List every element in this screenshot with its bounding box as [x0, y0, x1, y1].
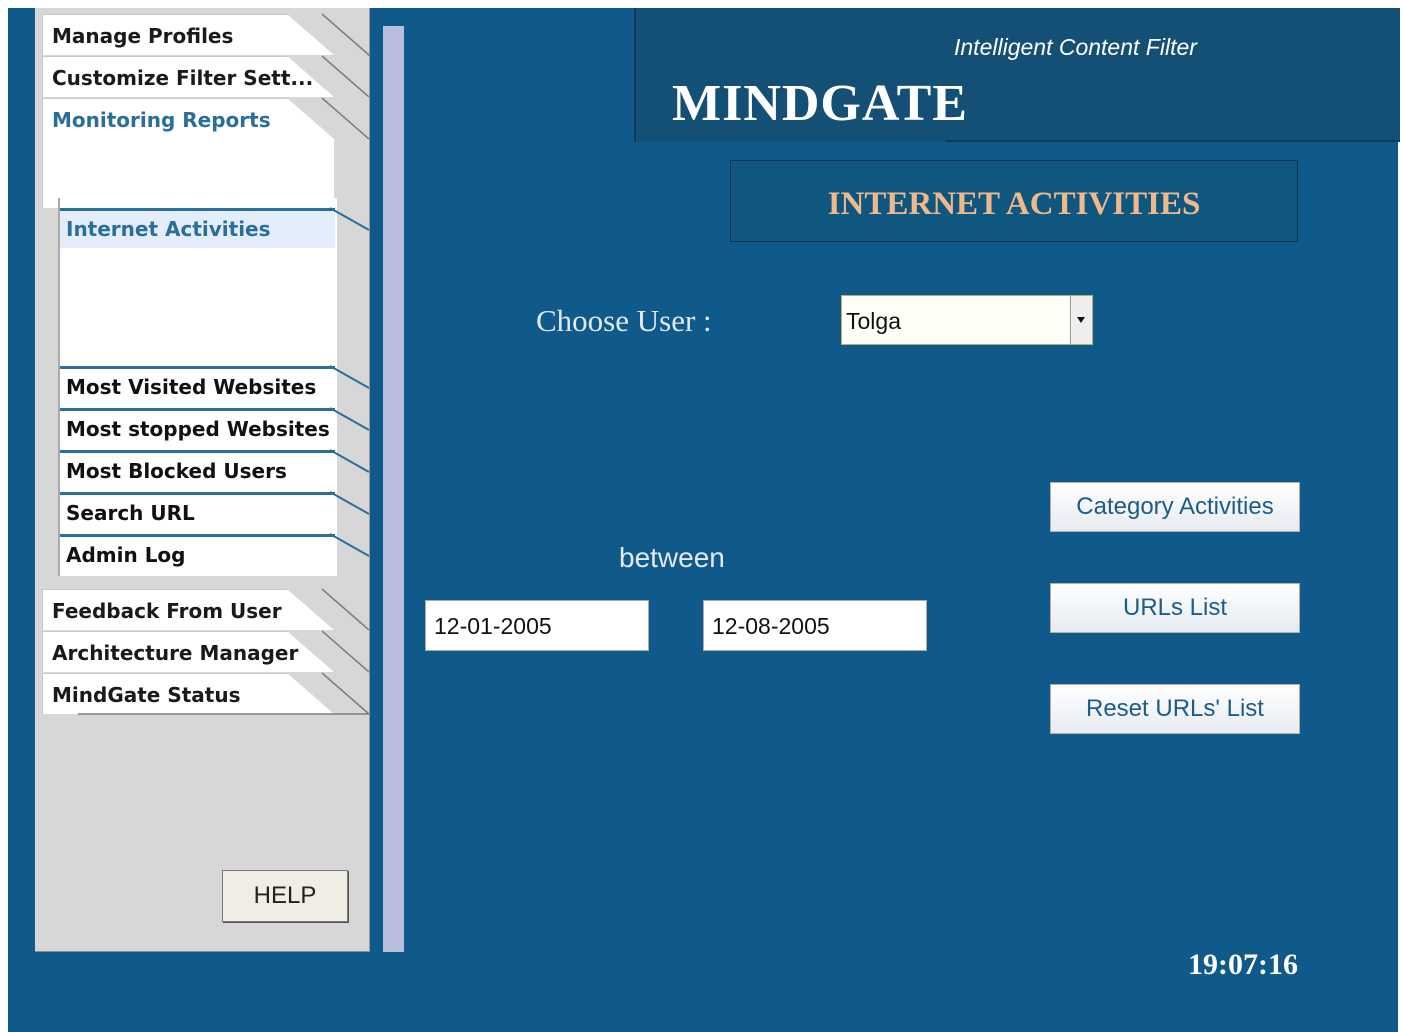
vertical-scrollbar[interactable] [383, 26, 404, 952]
section-title: INTERNET ACTIVITIES [827, 186, 1201, 222]
app-tagline: Intelligent Content Filter [954, 34, 1197, 60]
nav-architecture-manager[interactable]: Architecture Manager [42, 631, 334, 672]
reset-urls-list-button[interactable]: Reset URLs' List [1050, 684, 1300, 734]
category-activities-button[interactable]: Category Activities [1050, 482, 1300, 532]
subnav-most-stopped-websites[interactable]: Most stopped Websites [60, 408, 335, 448]
user-select-value: Tolga [846, 308, 901, 334]
help-button[interactable]: HELP [222, 870, 348, 922]
choose-user-label: Choose User : [536, 303, 712, 338]
nav-customize-filter-settings[interactable]: Customize Filter Sett... [42, 56, 334, 97]
chevron-down-icon[interactable] [1070, 296, 1092, 344]
app-title: MINDGATE [672, 75, 968, 132]
nav-feedback-from-user[interactable]: Feedback From User [42, 589, 334, 630]
subnav-most-visited-websites[interactable]: Most Visited Websites [60, 366, 335, 406]
user-select[interactable]: Tolga [841, 295, 1093, 345]
monitoring-submenu: Internet Activities Most Visited Website… [58, 198, 337, 576]
clock: 19:07:16 [1188, 948, 1298, 981]
nav-manage-profiles[interactable]: Manage Profiles [42, 14, 334, 55]
urls-list-button[interactable]: URLs List [1050, 583, 1300, 633]
date-from-field[interactable]: 12-01-2005 [425, 600, 649, 651]
subnav-search-url[interactable]: Search URL [60, 492, 335, 532]
nav-monitoring-reports[interactable]: Monitoring Reports [42, 98, 334, 208]
nav-mindgate-status[interactable]: MindGate Status [42, 673, 334, 714]
submenu-spacer [60, 248, 335, 366]
subnav-most-blocked-users[interactable]: Most Blocked Users [60, 450, 335, 490]
subnav-internet-activities[interactable]: Internet Activities [60, 208, 335, 248]
date-to-field[interactable]: 12-08-2005 [703, 600, 927, 651]
subnav-admin-log[interactable]: Admin Log [60, 534, 335, 574]
between-label: between [619, 542, 725, 573]
